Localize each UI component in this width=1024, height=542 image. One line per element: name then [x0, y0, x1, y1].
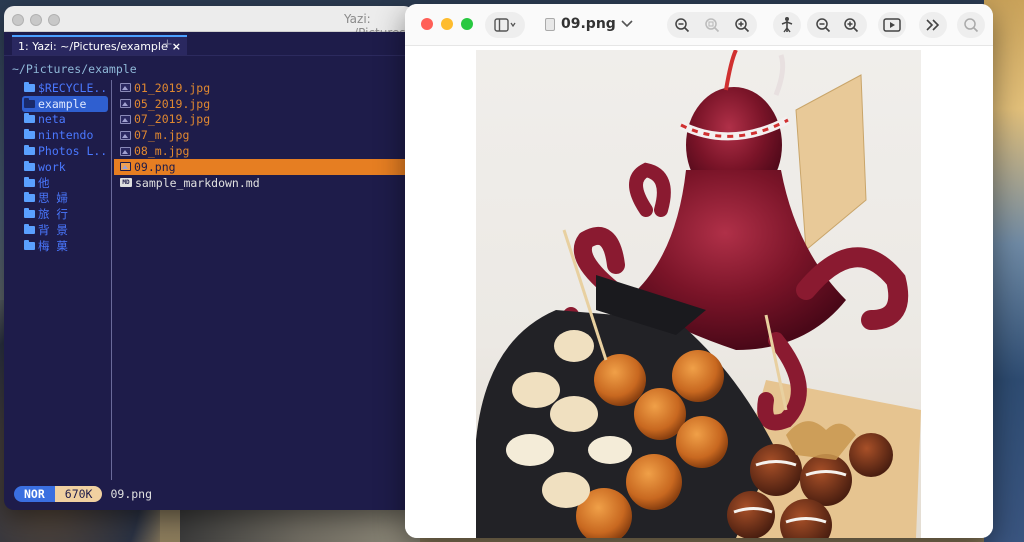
- terminal-tab[interactable]: 1: Yazi: ~/Pictures/example ×: [12, 35, 187, 55]
- share-icon: [781, 17, 793, 33]
- size-badge: 670K: [54, 486, 103, 502]
- dir-item-nintendo[interactable]: nintendo: [22, 127, 108, 143]
- terminal-tab-label: 1: Yazi: ~/Pictures/example: [18, 40, 168, 53]
- dir-item-background[interactable]: 背 景: [22, 222, 108, 238]
- image-file-icon: [120, 99, 131, 109]
- terminal-titlebar: Yazi: ~/Pictures/example: [4, 6, 414, 40]
- zoom-in-button-2[interactable]: [837, 12, 865, 38]
- sidebar-toggle-button[interactable]: [485, 12, 525, 38]
- dir-item-photos[interactable]: Photos L...: [22, 143, 108, 159]
- share-button[interactable]: [773, 12, 801, 38]
- zoom-in-icon: [844, 18, 859, 33]
- folder-icon: [24, 113, 35, 124]
- mode-badge: NOR: [14, 486, 55, 502]
- folder-icon: [24, 208, 35, 219]
- close-window-button[interactable]: [421, 18, 433, 30]
- preview-image: [476, 50, 921, 538]
- dir-item-other[interactable]: 他: [22, 175, 108, 191]
- parent-directory-list: $RECYCLE... example neta nintendo Photos…: [22, 80, 108, 254]
- image-file-icon: [120, 162, 131, 172]
- markdown-file-icon: MD: [120, 178, 132, 188]
- dir-item-recycle[interactable]: $RECYCLE...: [22, 80, 108, 96]
- status-filename: 09.png: [110, 487, 153, 501]
- file-item[interactable]: MD sample_markdown.md: [114, 175, 414, 191]
- pane-divider: [111, 80, 112, 480]
- chevron-down-icon: [621, 20, 633, 28]
- zoom-out-button-2[interactable]: [809, 12, 837, 38]
- zoom-in-button[interactable]: [728, 12, 756, 38]
- slideshow-button[interactable]: [878, 12, 906, 38]
- dir-item-example[interactable]: example: [22, 95, 108, 112]
- zoom-out-icon: [816, 18, 831, 33]
- folder-icon: [24, 129, 35, 140]
- file-item[interactable]: 08_m.jpg: [114, 143, 414, 159]
- more-button[interactable]: [919, 12, 947, 38]
- file-item[interactable]: 07_m.jpg: [114, 127, 414, 143]
- zoom-out-button[interactable]: [668, 12, 696, 38]
- zoom-out-icon: [675, 18, 690, 33]
- sidebar-icon: [494, 18, 516, 32]
- zoom-fit-button[interactable]: [698, 12, 726, 38]
- image-file-icon: [120, 130, 131, 140]
- image-file-icon: [120, 146, 131, 156]
- file-item[interactable]: 05_2019.jpg: [114, 96, 414, 112]
- dir-item-neta[interactable]: neta: [22, 112, 108, 128]
- file-list: 01_2019.jpg 05_2019.jpg 07_2019.jpg 07_m…: [114, 80, 414, 191]
- document-title[interactable]: 09.png: [545, 16, 633, 32]
- current-path: ~/Pictures/example: [12, 62, 137, 76]
- image-canvas: [405, 46, 993, 538]
- folder-icon: [24, 145, 35, 156]
- close-tab-icon[interactable]: ×: [172, 40, 181, 53]
- more-icon: [926, 19, 940, 31]
- terminal-window: Yazi: ~/Pictures/example 1: Yazi: ~/Pict…: [4, 6, 414, 510]
- new-tab-button[interactable]: +: [162, 35, 173, 55]
- file-item[interactable]: 07_2019.jpg: [114, 112, 414, 128]
- dir-item-work[interactable]: work: [22, 159, 108, 175]
- search-icon: [964, 18, 979, 33]
- minimize-window-button[interactable]: [30, 14, 42, 26]
- folder-icon: [24, 97, 35, 108]
- dir-item-travel[interactable]: 旅 行: [22, 206, 108, 222]
- status-bar: NOR 670K 09.png: [14, 486, 152, 502]
- file-item-selected[interactable]: 09.png: [114, 158, 414, 175]
- zoom-window-button[interactable]: [461, 18, 473, 30]
- zoom-in-icon: [735, 18, 750, 33]
- folder-icon: [24, 176, 35, 187]
- preview-toolbar: 09.png: [405, 4, 993, 46]
- preview-window: 09.png: [405, 4, 993, 538]
- search-button[interactable]: [957, 12, 985, 38]
- folder-icon: [24, 81, 35, 92]
- folder-icon: [24, 192, 35, 203]
- zoom-window-button[interactable]: [48, 14, 60, 26]
- folder-icon: [24, 239, 35, 250]
- dir-item-jp-1[interactable]: 思 婦: [22, 191, 108, 207]
- image-file-icon: [120, 83, 131, 93]
- terminal-tab-bar: 1: Yazi: ~/Pictures/example × +: [4, 32, 414, 56]
- file-item[interactable]: 01_2019.jpg: [114, 80, 414, 96]
- folder-icon: [24, 160, 35, 171]
- slideshow-icon: [883, 18, 901, 32]
- zoom-fit-icon: [705, 18, 720, 33]
- dir-item-jp-2[interactable]: 梅 菓: [22, 238, 108, 254]
- folder-icon: [24, 224, 35, 235]
- close-window-button[interactable]: [12, 14, 24, 26]
- file-icon: [545, 17, 555, 31]
- image-file-icon: [120, 114, 131, 124]
- minimize-window-button[interactable]: [441, 18, 453, 30]
- octopus-takoyaki-photo: [476, 50, 921, 538]
